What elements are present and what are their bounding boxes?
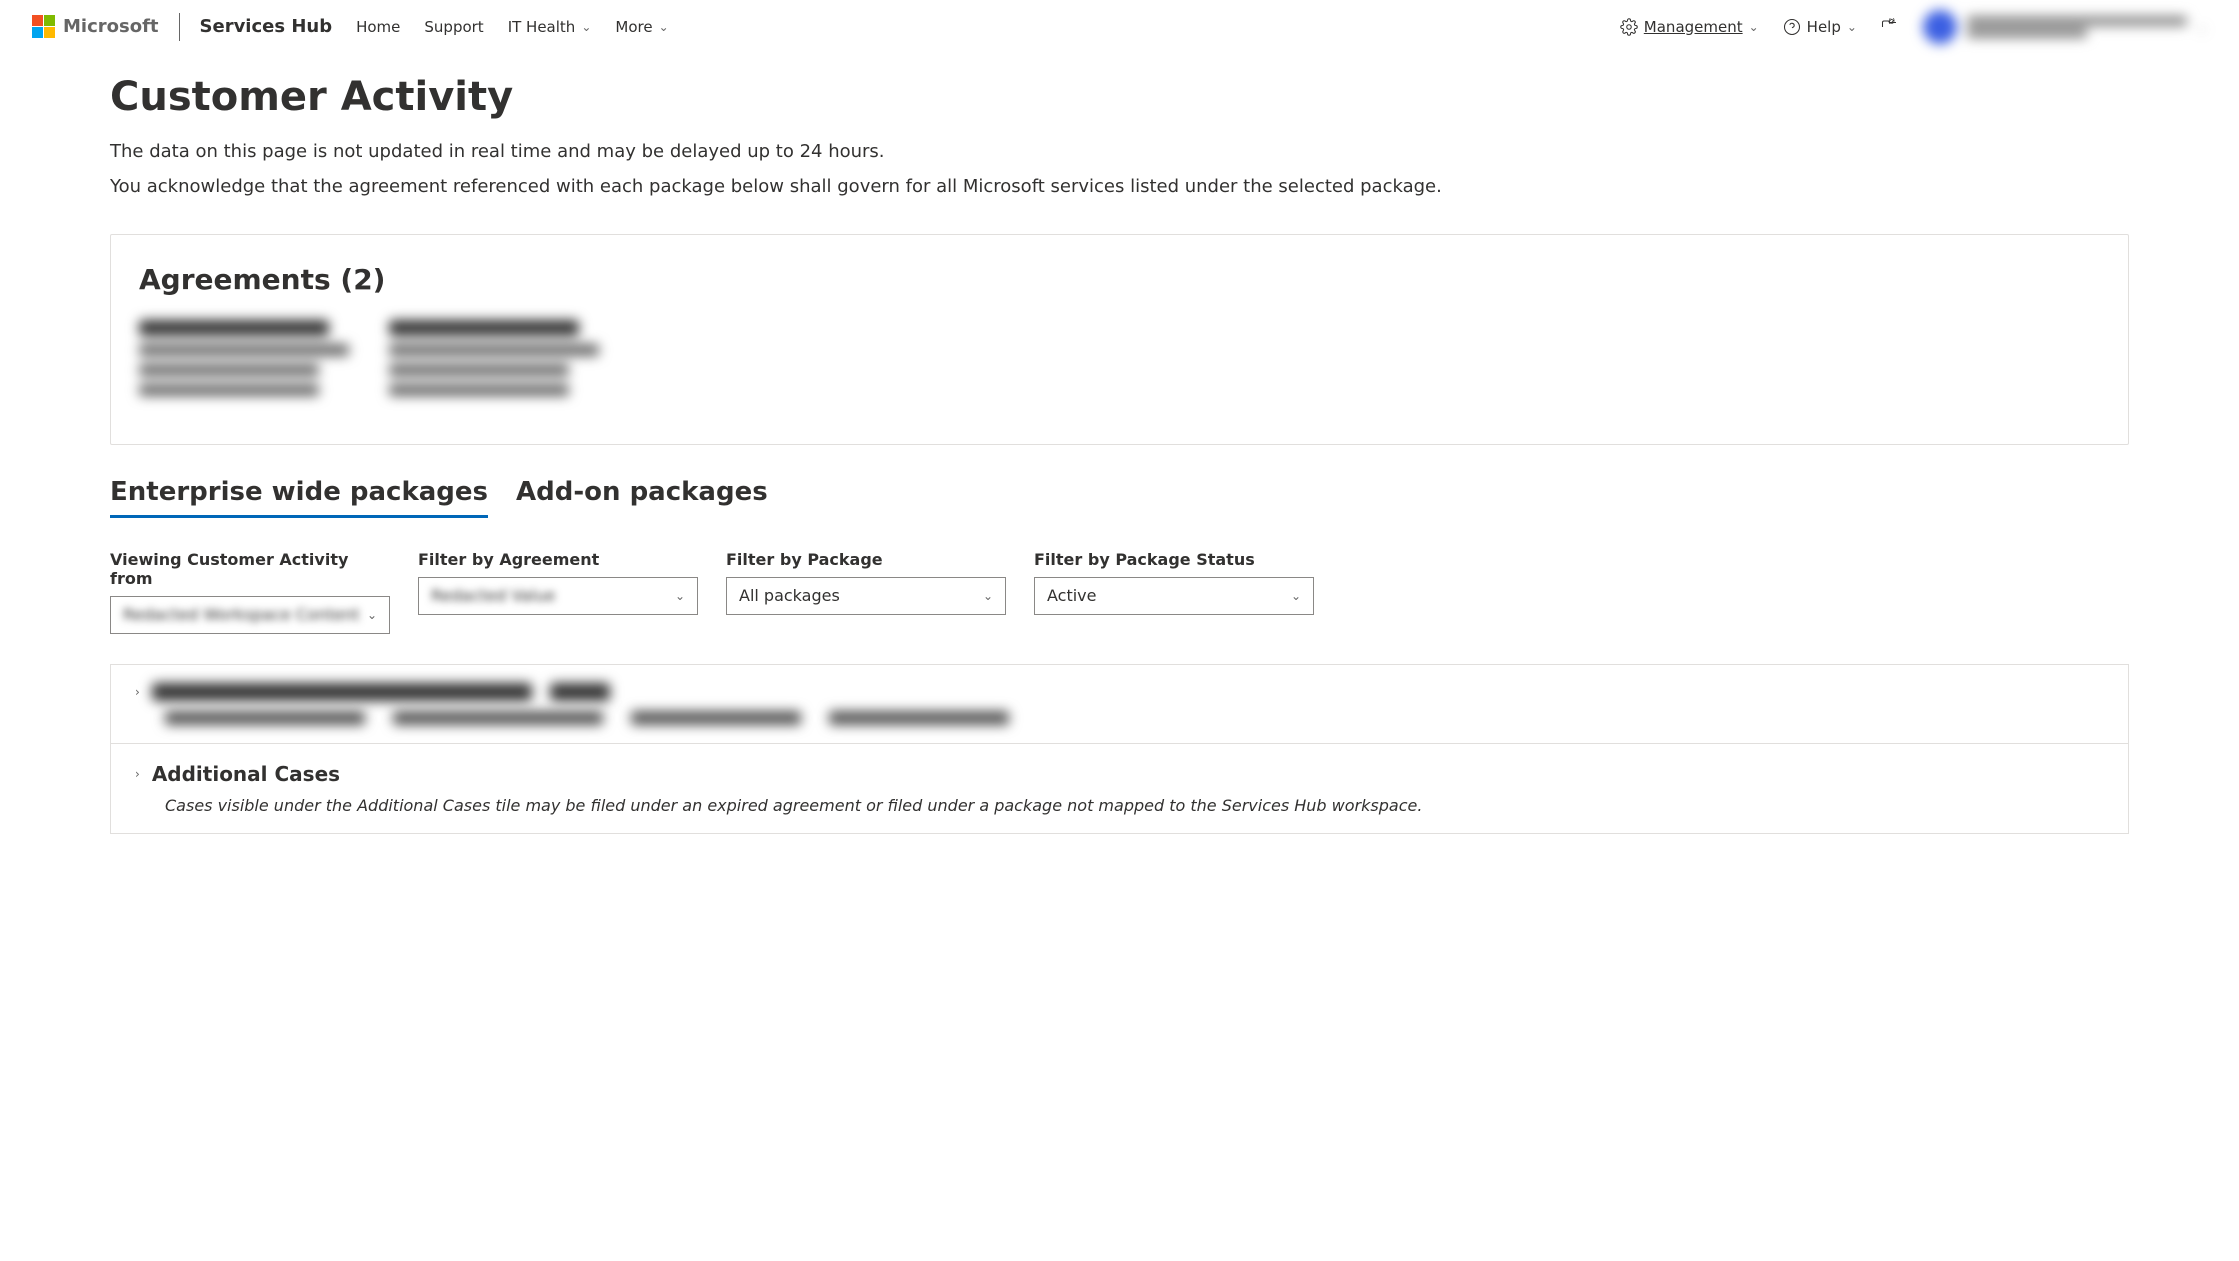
package-expander[interactable]: › Additional Cases [135,762,2104,786]
agreements-title: Agreements (2) [139,263,2100,296]
chevron-down-icon: ⌄ [1749,20,1759,34]
page-body: Customer Activity The data on this page … [0,54,2239,894]
dropdown-value: Active [1047,586,1097,605]
app-header: Microsoft Services Hub Home Support IT H… [0,0,2239,54]
tab-addon-packages[interactable]: Add-on packages [516,477,768,518]
chevron-right-icon: › [135,767,140,781]
nav-management[interactable]: Management ⌄ [1620,18,1759,36]
additional-cases-note: Cases visible under the Additional Cases… [165,796,2104,815]
secondary-nav: Management ⌄ Help ⌄ [1620,18,1899,36]
nav-home[interactable]: Home [356,18,400,36]
chevron-down-icon: ⌄ [675,589,685,603]
agreement-item-redacted[interactable] [389,320,599,396]
page-title: Customer Activity [110,74,2129,120]
microsoft-logo[interactable]: Microsoft [32,15,159,38]
package-list: › › Additional Cases Cases visible under… [110,664,2129,834]
chevron-down-icon: ⌄ [2197,20,2207,34]
chevron-down-icon: ⌄ [1291,589,1301,603]
nav-feedback[interactable] [1881,18,1899,36]
package-title-redacted [152,683,610,701]
filter-label-agreement: Filter by Agreement [418,550,698,569]
app-name[interactable]: Services Hub [200,16,333,37]
filter-label-status: Filter by Package Status [1034,550,1314,569]
chevron-down-icon: ⌄ [581,20,591,34]
tab-enterprise-packages[interactable]: Enterprise wide packages [110,477,488,518]
primary-nav: Home Support IT Health ⌄ More ⌄ [356,18,669,36]
account-menu[interactable]: ⌄ [1923,10,2207,44]
gear-icon [1620,18,1638,36]
chevron-down-icon: ⌄ [367,608,377,622]
chevron-down-icon: ⌄ [1847,20,1857,34]
nav-help[interactable]: Help ⌄ [1783,18,1857,36]
filter-label-package: Filter by Package [726,550,1006,569]
feedback-icon [1881,18,1899,36]
help-icon [1783,18,1801,36]
account-info-redacted [1967,16,2187,38]
package-tabs: Enterprise wide packages Add-on packages [110,477,2129,518]
chevron-down-icon: ⌄ [659,20,669,34]
chevron-right-icon: › [135,685,140,699]
dropdown-value: All packages [739,586,840,605]
dropdown-value-redacted: Redacted Workspace Content [123,605,360,624]
nav-more[interactable]: More ⌄ [615,18,668,36]
intro-line-1: The data on this page is not updated in … [110,138,2129,167]
chevron-down-icon: ⌄ [983,589,993,603]
agreement-item-redacted[interactable] [139,320,349,396]
filter-bar: Viewing Customer Activity from Redacted … [110,550,2129,634]
package-row: › [111,665,2128,744]
intro-line-2: You acknowledge that the agreement refer… [110,173,2129,202]
dropdown-package[interactable]: All packages ⌄ [726,577,1006,615]
dropdown-agreement[interactable]: Redacted Value ⌄ [418,577,698,615]
brand-group: Microsoft Services Hub [32,13,332,41]
agreements-card: Agreements (2) [110,234,2129,445]
dropdown-viewing-from[interactable]: Redacted Workspace Content ⌄ [110,596,390,634]
package-row-additional-cases: › Additional Cases Cases visible under t… [111,744,2128,833]
nav-it-health[interactable]: IT Health ⌄ [508,18,592,36]
package-meta-redacted [165,711,2104,725]
additional-cases-title: Additional Cases [152,762,340,786]
filter-label-viewing-from: Viewing Customer Activity from [110,550,390,588]
microsoft-logo-icon [32,15,55,38]
avatar [1923,10,1957,44]
dropdown-status[interactable]: Active ⌄ [1034,577,1314,615]
brand-divider [179,13,180,41]
dropdown-value-redacted: Redacted Value [431,586,555,605]
package-expander[interactable]: › [135,683,2104,701]
microsoft-name: Microsoft [63,16,159,37]
nav-support[interactable]: Support [424,18,483,36]
